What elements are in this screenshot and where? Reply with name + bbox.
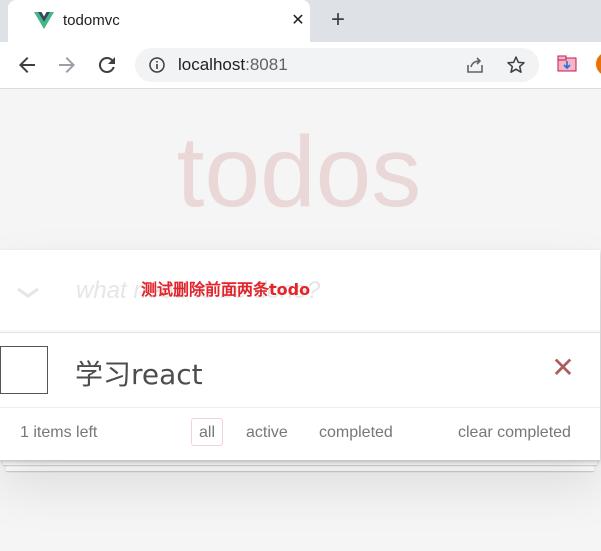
- tab-strip: todomvc ✕ +: [0, 0, 601, 42]
- todo-label[interactable]: 学习react: [75, 353, 203, 393]
- todo-footer: 1 items left all active completed clear …: [0, 408, 600, 460]
- todo-item: 学习react ✕: [0, 333, 600, 408]
- delete-todo-button[interactable]: ✕: [550, 354, 576, 382]
- filter-active[interactable]: active: [238, 418, 296, 446]
- url-port: :8081: [245, 55, 288, 74]
- plus-icon[interactable]: +: [327, 8, 349, 32]
- app-title: todos: [176, 116, 422, 228]
- todo-header: 测试删除前面两条todo: [0, 250, 601, 333]
- share-icon[interactable]: [465, 55, 485, 75]
- browser-tab[interactable]: todomvc ✕: [8, 0, 310, 42]
- url-host: localhost: [178, 55, 246, 74]
- page-content: todos 测试删除前面两条todo 学习react ✕ 1 items lef…: [0, 89, 601, 551]
- close-icon[interactable]: ✕: [288, 11, 308, 31]
- items-left-count: 1 items left: [20, 424, 98, 441]
- vue-logo-icon: [34, 12, 54, 29]
- back-arrow-icon[interactable]: [15, 53, 39, 77]
- tab-title: todomvc: [63, 12, 120, 29]
- todo-app: 测试删除前面两条todo 学习react ✕ 1 items left all …: [0, 250, 601, 460]
- clear-completed-button[interactable]: clear completed: [458, 424, 571, 442]
- address-bar[interactable]: localhost:8081: [135, 48, 539, 82]
- forward-arrow-icon[interactable]: [55, 53, 79, 77]
- url-text: localhost:8081: [178, 55, 288, 75]
- chevron-down-icon[interactable]: [14, 282, 42, 302]
- browser-toolbar: localhost:8081: [0, 42, 601, 89]
- todo-toggle-checkbox[interactable]: [0, 346, 48, 394]
- extension-icon[interactable]: [556, 53, 578, 75]
- star-icon[interactable]: [506, 55, 526, 75]
- stacked-paper: [6, 465, 594, 471]
- profile-avatar[interactable]: [596, 52, 601, 76]
- filter-completed[interactable]: completed: [311, 418, 401, 446]
- reload-icon[interactable]: [95, 53, 119, 77]
- annotation-text: 测试删除前面两条todo: [141, 280, 311, 299]
- info-icon[interactable]: [149, 57, 165, 73]
- filter-all[interactable]: all: [191, 418, 224, 446]
